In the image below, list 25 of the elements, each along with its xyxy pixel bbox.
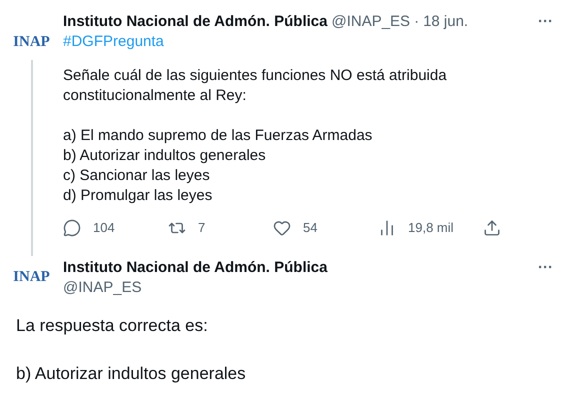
reply-text: b) Autorizar indultos generales	[16, 363, 246, 385]
share-icon[interactable]	[483, 218, 501, 237]
tweet-date[interactable]: 18 jun.	[423, 12, 468, 32]
account-handle[interactable]: @INAP_ES	[63, 278, 142, 298]
action-count: 7	[198, 219, 206, 237]
account-name[interactable]: Instituto Nacional de Admón. Pública	[63, 258, 328, 278]
inap-logo: INAP	[13, 270, 50, 287]
tweet-text: d) Promulgar las leyes	[63, 186, 214, 206]
reply-text: La respuesta correcta es:	[16, 315, 208, 337]
account-name[interactable]: Instituto Nacional de Admón. Pública	[63, 12, 328, 32]
bar-chart-icon[interactable]	[378, 218, 396, 237]
tweet-text: b) Autorizar indultos generales	[63, 146, 267, 166]
separator: ·	[414, 12, 420, 32]
tweet-text: a) El mando supremo de las Fuerzas Armadas	[63, 126, 374, 146]
action-count: 19,8 mil	[408, 219, 454, 237]
action-count: 104	[93, 219, 115, 237]
action-count: 54	[303, 219, 318, 237]
account-handle[interactable]: @INAP_ES	[331, 12, 410, 32]
inap-logo: INAP	[13, 34, 50, 50]
reply-icon[interactable]	[63, 218, 81, 237]
tweet-text: Señale cuál de las siguientes funciones NO está atribuida constitucionalmente al Rey:	[63, 66, 448, 106]
tweet-text: c) Sancionar las leyes	[63, 166, 211, 186]
heart-icon[interactable]	[273, 218, 291, 237]
more-button[interactable]: ···	[538, 258, 553, 278]
more-button[interactable]: ···	[538, 12, 553, 32]
